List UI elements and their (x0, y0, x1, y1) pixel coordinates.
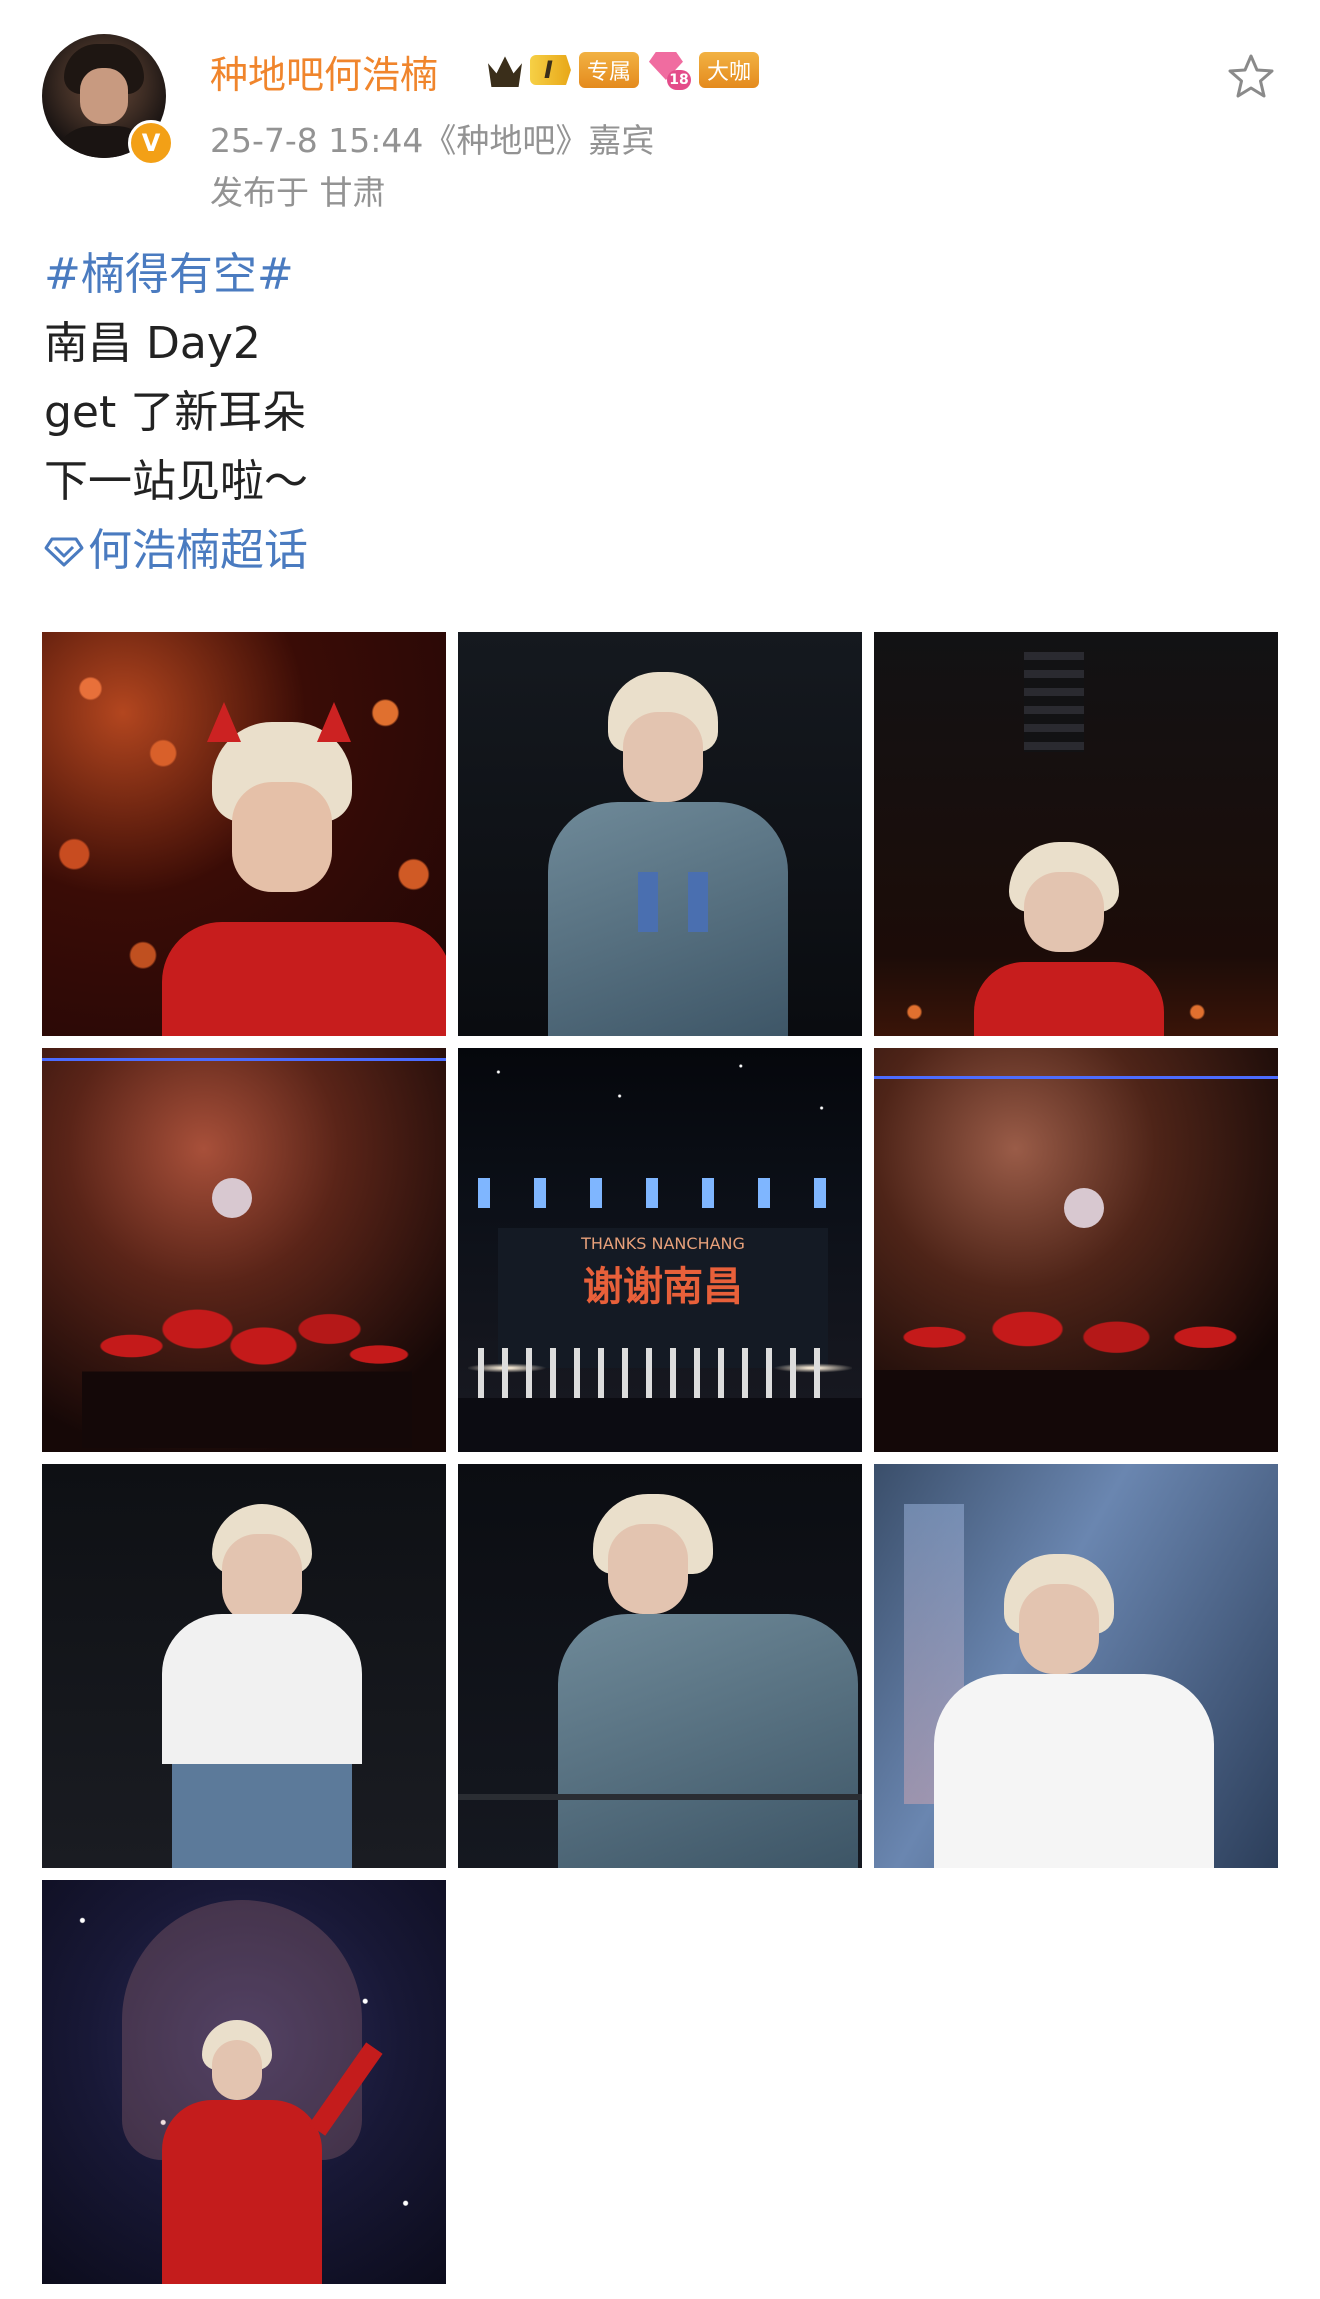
photo-1[interactable] (42, 632, 446, 1036)
photo-10[interactable] (42, 1880, 446, 2284)
post-location: 发布于 甘肃 (210, 173, 386, 212)
super-topic-link[interactable]: 何浩楠超话 (44, 516, 308, 585)
banner-en: THANKS NANCHANG (581, 1234, 745, 1253)
photo-5[interactable]: THANKS NANCHANG 谢谢南昌 (458, 1048, 862, 1452)
hashtag-link[interactable]: #楠得有空# (44, 240, 308, 309)
photo-4[interactable] (42, 1048, 446, 1452)
super-topic-label: 何浩楠超话 (88, 525, 308, 576)
post-line: 南昌 Day2 (44, 318, 261, 369)
photo-7[interactable] (42, 1464, 446, 1868)
post-time-source: 25-7-8 15:44《种地吧》嘉宾 (210, 121, 655, 160)
verified-icon: V (128, 120, 174, 166)
exclusive-badge[interactable]: 专属 (578, 52, 639, 88)
username[interactable]: 种地吧何浩楠 (210, 44, 438, 99)
banner-cn: 谢谢南昌 (583, 1264, 743, 1310)
post-line: 下一站见啦～ (44, 456, 308, 507)
photo-6[interactable] (874, 1048, 1278, 1452)
photo-2[interactable] (458, 632, 862, 1036)
post-line: get 了新耳朵 (44, 387, 307, 438)
star-icon[interactable] (1226, 52, 1276, 102)
level-badge[interactable]: I (530, 55, 571, 85)
bigshot-badge[interactable]: 大咖 (698, 52, 759, 88)
photo-9[interactable] (874, 1464, 1278, 1868)
post-text: #楠得有空# 南昌 Day2 get 了新耳朵 下一站见啦～ 何浩楠超话 (44, 240, 308, 585)
svip-icon[interactable]: 18 (647, 48, 691, 92)
crown-icon (488, 56, 522, 87)
super-topic-icon (44, 537, 84, 566)
photo-8[interactable] (458, 1464, 862, 1868)
user-badges: I 专属 18 大咖 (488, 48, 759, 92)
svip-level: 18 (666, 70, 691, 90)
weibo-post-card: V 种地吧何浩楠 I 专属 18 大咖 25-7-8 15:44《种地吧》嘉宾 … (0, 0, 1320, 2299)
photo-3[interactable] (874, 632, 1278, 1036)
